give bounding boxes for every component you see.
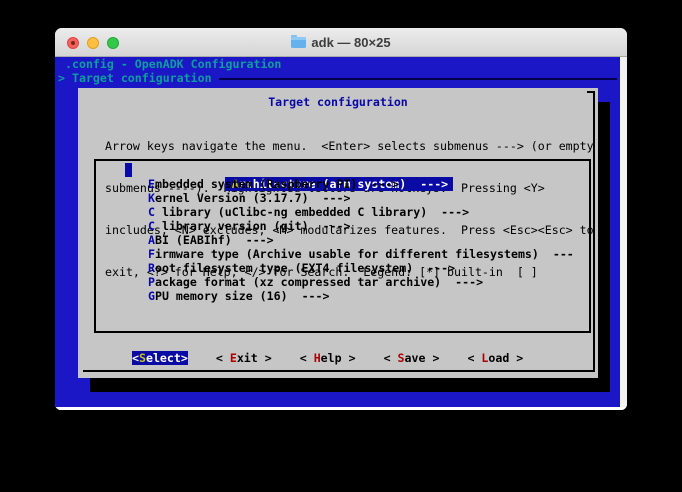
menu-item-kernel-version[interactable]: Kernel Version (3.17.7) ---> <box>96 191 589 205</box>
terminal-scrollbar[interactable] <box>620 57 627 407</box>
instruction-line: Arrow keys navigate the menu. <Enter> se… <box>105 139 594 153</box>
menu-item-hotkey: F <box>148 247 155 261</box>
window-titlebar[interactable]: adk — 80×25 <box>55 28 627 57</box>
exit-button[interactable]: < Exit > <box>216 351 272 365</box>
menu-item-label: oot filesystem type (EXT4 filesystem) --… <box>155 261 455 275</box>
window-title: adk — 80×25 <box>55 28 627 56</box>
menu-item-embedded-system[interactable]: Embedded system (Raspberry PI) ---> <box>96 177 589 191</box>
button-hotkey: E <box>230 351 237 365</box>
breadcrumb: > Target configuration <box>58 71 212 85</box>
menu-item-hotkey: G <box>148 289 155 303</box>
menu-item-label: BI (EABIhf) ---> <box>155 233 274 247</box>
terminal-window: adk — 80×25 .config - OpenADK Configurat… <box>55 28 627 410</box>
menu-item-hotkey: C <box>148 205 155 219</box>
menu-item-label: ackage format (xz compressed tar archive… <box>155 275 483 289</box>
terminal-screen[interactable]: .config - OpenADK Configuration > Target… <box>55 57 620 407</box>
menu-item-package-format[interactable]: Package format (xz compressed tar archiv… <box>96 275 589 289</box>
menu-item-hotkey: E <box>148 177 155 191</box>
folder-icon <box>291 37 306 48</box>
window-title-text: adk — 80×25 <box>311 35 390 50</box>
menu-item-gpu-memory[interactable]: GPU memory size (16) ---> <box>96 289 589 303</box>
button-hotkey: S <box>398 351 405 365</box>
menu-list: Architecture (arm system) ---> Embedded … <box>94 159 591 333</box>
menu-item-hotkey: K <box>148 191 155 205</box>
menu-item-label: irmware type (Archive usable for differe… <box>155 247 574 261</box>
menu-item-c-library[interactable]: C library (uClibc-ng embedded C library)… <box>96 205 589 219</box>
dialog-buttons: <Select> < Exit > < Help > < Save > < Lo… <box>132 351 523 365</box>
menu-item-label: ernel Version (3.17.7) ---> <box>155 191 350 205</box>
menu-item-c-library-version[interactable]: C library version (git) ---> <box>96 219 589 233</box>
menu-item-hotkey: R <box>148 261 155 275</box>
dialog-title: Target configuration <box>78 95 598 109</box>
terminal-cursor <box>125 163 132 177</box>
menu-item-hotkey: C <box>148 219 155 233</box>
menu-item-label: library version (git) ---> <box>155 219 350 233</box>
select-button[interactable]: <Select> <box>132 351 188 365</box>
menu-item-hotkey: A <box>148 233 155 247</box>
dialog-border-corner <box>587 91 595 93</box>
button-hotkey: S <box>139 351 146 365</box>
button-hotkey: H <box>314 351 321 365</box>
help-button[interactable]: < Help > <box>300 351 356 365</box>
menu-item-architecture[interactable]: Architecture (arm system) ---> <box>96 163 589 177</box>
menu-item-root-filesystem[interactable]: Root filesystem type (EXT4 filesystem) -… <box>96 261 589 275</box>
dialog-border-bottom <box>83 370 595 372</box>
breadcrumb-rule <box>219 78 617 80</box>
save-button[interactable]: < Save > <box>384 351 440 365</box>
backtitle: .config - OpenADK Configuration <box>65 57 281 71</box>
menu-item-hotkey: P <box>148 275 155 289</box>
load-button[interactable]: < Load > <box>467 351 523 365</box>
menu-item-label: library (uClibc-ng embedded C library) -… <box>155 205 469 219</box>
menu-item-firmware-type[interactable]: Firmware type (Archive usable for differ… <box>96 247 589 261</box>
config-dialog: Target configuration Arrow keys navigate… <box>78 88 598 378</box>
window-bottom-edge <box>55 407 627 410</box>
menu-item-label: PU memory size (16) ---> <box>155 289 330 303</box>
menu-item-label: mbedded system (Raspberry PI) ---> <box>155 177 399 191</box>
menu-item-abi[interactable]: ABI (EABIhf) ---> <box>96 233 589 247</box>
